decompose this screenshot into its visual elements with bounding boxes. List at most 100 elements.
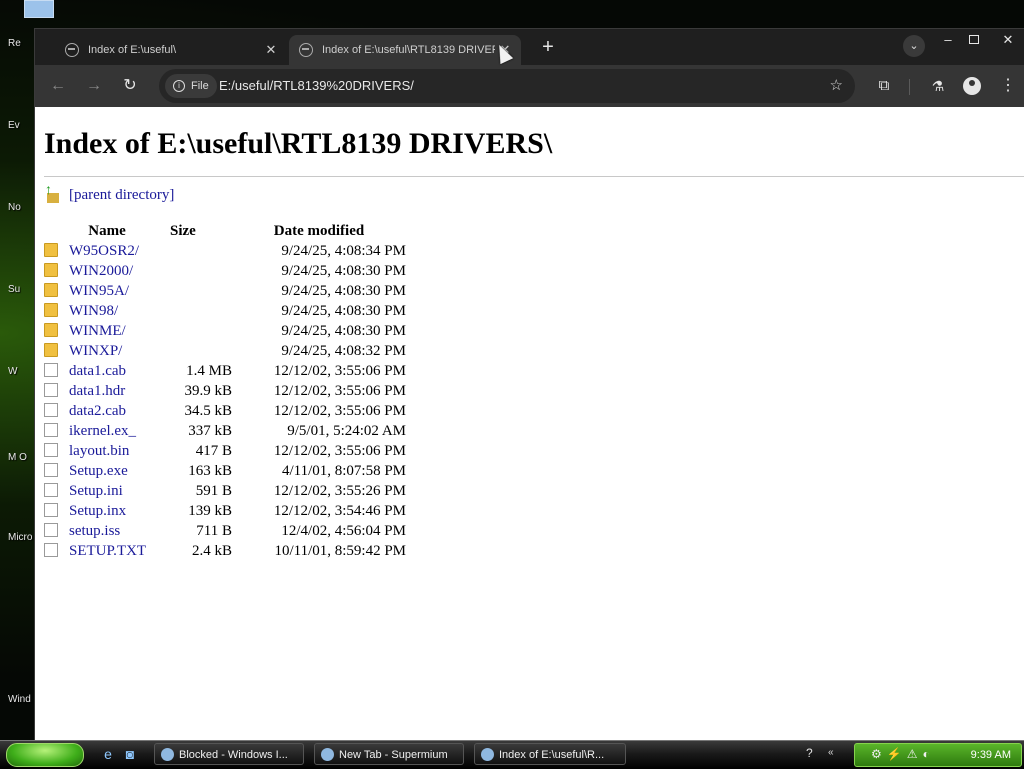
entry-link[interactable]: ikernel.ex_ bbox=[69, 423, 136, 439]
date-cell: 9/24/25, 4:08:30 PM bbox=[281, 302, 406, 319]
taskbar-item-blocked[interactable]: Blocked - Windows I... bbox=[154, 743, 304, 765]
file-icon bbox=[44, 362, 58, 377]
date-cell: 9/24/25, 4:08:30 PM bbox=[281, 262, 406, 279]
minimize-button[interactable]: – bbox=[937, 31, 959, 49]
table-row: WIN2000/9/24/25, 4:08:30 PM bbox=[44, 261, 406, 281]
start-button[interactable] bbox=[6, 743, 84, 767]
entry-link[interactable]: WINXP/ bbox=[69, 343, 122, 359]
labs-button[interactable]: ⚗ bbox=[927, 75, 949, 97]
name-cell: WINME/ bbox=[44, 321, 170, 341]
extensions-button[interactable]: ⧉ bbox=[873, 75, 895, 97]
table-row: data1.cab 1.4 MB 12/12/02, 3:55:06 PM bbox=[44, 361, 406, 381]
table-row: Setup.exe 163 kB 4/11/01, 8:07:58 PM bbox=[44, 461, 406, 481]
taskbar-item-index[interactable]: Index of E:\useful\R... bbox=[474, 743, 626, 765]
divider bbox=[44, 176, 1024, 177]
close-tab-icon[interactable]: ✕ bbox=[261, 42, 281, 58]
entry-link[interactable]: data1.cab bbox=[69, 363, 126, 379]
new-tab-button[interactable]: + bbox=[537, 37, 559, 59]
size-cell: 139 kB bbox=[188, 502, 232, 519]
date-cell: 9/24/25, 4:08:34 PM bbox=[281, 242, 406, 259]
entry-link[interactable]: data1.hdr bbox=[69, 383, 125, 399]
site-info-label: File bbox=[191, 80, 209, 92]
file-listing-body: W95OSR2/9/24/25, 4:08:34 PM WIN2000/9/24/… bbox=[44, 241, 406, 561]
entry-link[interactable]: SETUP.TXT bbox=[69, 543, 146, 559]
close-window-button[interactable]: ✕ bbox=[997, 31, 1019, 49]
entry-link[interactable]: WINME/ bbox=[69, 323, 126, 339]
file-icon bbox=[44, 422, 58, 437]
size-cell: 337 kB bbox=[188, 422, 232, 439]
file-icon bbox=[44, 442, 58, 457]
file-icon bbox=[44, 482, 58, 497]
file-icon bbox=[44, 542, 58, 557]
table-row: ikernel.ex_ 337 kB 9/5/01, 5:24:02 AM bbox=[44, 421, 406, 441]
menu-button[interactable]: ⋮ bbox=[997, 75, 1019, 97]
folder-icon bbox=[44, 262, 58, 277]
globe-icon bbox=[299, 43, 313, 57]
clock[interactable]: 9:39 AM bbox=[971, 744, 1011, 766]
column-header-date[interactable]: Date modified bbox=[232, 221, 406, 241]
date-cell: 12/12/02, 3:55:06 PM bbox=[273, 442, 406, 459]
table-row: layout.bin 417 B 12/12/02, 3:55:06 PM bbox=[44, 441, 406, 461]
entry-link[interactable]: setup.iss bbox=[69, 523, 120, 539]
profile-button[interactable] bbox=[961, 75, 983, 97]
file-icon bbox=[44, 462, 58, 477]
tab-index-useful[interactable]: Index of E:\useful\ ✕ bbox=[55, 35, 287, 65]
name-cell: setup.iss bbox=[44, 521, 170, 541]
file-icon bbox=[44, 402, 58, 417]
up-folder-icon bbox=[44, 183, 60, 203]
date-cell: 12/4/02, 4:56:04 PM bbox=[281, 522, 406, 539]
maximize-icon bbox=[969, 35, 979, 44]
url-text[interactable]: E:/useful/RTL8139%20DRIVERS/ bbox=[219, 69, 414, 103]
table-row: setup.iss 711 B 12/4/02, 4:56:04 PM bbox=[44, 521, 406, 541]
size-cell: 34.5 kB bbox=[184, 402, 232, 419]
entry-link[interactable]: WIN2000/ bbox=[69, 263, 133, 279]
column-header-name[interactable]: Name bbox=[44, 221, 170, 241]
internet-explorer-icon[interactable]: e bbox=[100, 746, 116, 762]
entry-link[interactable]: W95OSR2/ bbox=[69, 243, 139, 259]
entry-link[interactable]: layout.bin bbox=[69, 443, 129, 459]
tab-search-button[interactable]: ⌄ bbox=[903, 35, 925, 57]
date-cell: 9/24/25, 4:08:30 PM bbox=[281, 282, 406, 299]
date-cell: 4/11/01, 8:07:58 PM bbox=[281, 462, 406, 479]
entry-link[interactable]: data2.cab bbox=[69, 403, 126, 419]
desktop-shortcut-icon[interactable] bbox=[24, 0, 54, 18]
tray-collapse-icon[interactable]: « bbox=[828, 747, 834, 758]
entry-link[interactable]: Setup.exe bbox=[69, 463, 128, 479]
quick-launch-icon[interactable]: ◙ bbox=[122, 746, 138, 762]
entry-link[interactable]: Setup.ini bbox=[69, 483, 123, 499]
date-cell: 12/12/02, 3:54:46 PM bbox=[273, 502, 406, 519]
entry-link[interactable]: Setup.inx bbox=[69, 503, 126, 519]
reload-button[interactable]: ↻ bbox=[119, 75, 141, 97]
column-header-size[interactable]: Size bbox=[170, 221, 232, 241]
table-header-row: Name Size Date modified bbox=[44, 221, 406, 241]
forward-button[interactable]: → bbox=[83, 75, 105, 97]
table-row: WIN95A/9/24/25, 4:08:30 PM bbox=[44, 281, 406, 301]
name-cell: ikernel.ex_ bbox=[44, 421, 170, 441]
size-cell bbox=[170, 301, 232, 321]
help-icon[interactable]: ? bbox=[806, 746, 813, 760]
parent-directory-link[interactable]: [parent directory] bbox=[69, 187, 174, 204]
size-cell: 1.4 MB bbox=[186, 362, 232, 379]
name-cell: WIN2000/ bbox=[44, 261, 170, 281]
entry-link[interactable]: WIN95A/ bbox=[69, 283, 129, 299]
bookmark-star-icon[interactable]: ☆ bbox=[830, 69, 843, 103]
size-cell: 2.4 kB bbox=[191, 542, 232, 559]
tab-index-rtl8139[interactable]: Index of E:\useful\RTL8139 DRIVERS\ ✕ bbox=[289, 35, 521, 65]
address-bar[interactable]: i File E:/useful/RTL8139%20DRIVERS/ ☆ bbox=[159, 69, 855, 103]
date-cell: 12/12/02, 3:55:06 PM bbox=[273, 362, 406, 379]
entry-link[interactable]: WIN98/ bbox=[69, 303, 118, 319]
name-cell: SETUP.TXT bbox=[44, 541, 170, 561]
size-cell bbox=[170, 281, 232, 301]
taskbar-item-new-tab[interactable]: New Tab - Supermium bbox=[314, 743, 464, 765]
size-cell: 591 B bbox=[195, 482, 232, 499]
back-button[interactable]: ← bbox=[47, 75, 69, 97]
size-cell: 163 kB bbox=[188, 462, 232, 479]
tray-icons[interactable]: ⚙⚡⚠◐ bbox=[871, 747, 935, 761]
name-cell: data1.hdr bbox=[44, 381, 170, 401]
site-info-chip[interactable]: i File bbox=[165, 74, 217, 98]
maximize-button[interactable] bbox=[963, 31, 985, 49]
tab-title: Index of E:\useful\RTL8139 DRIVERS\ bbox=[322, 44, 495, 56]
folder-icon bbox=[44, 242, 58, 257]
file-icon bbox=[44, 502, 58, 517]
name-cell: layout.bin bbox=[44, 441, 170, 461]
